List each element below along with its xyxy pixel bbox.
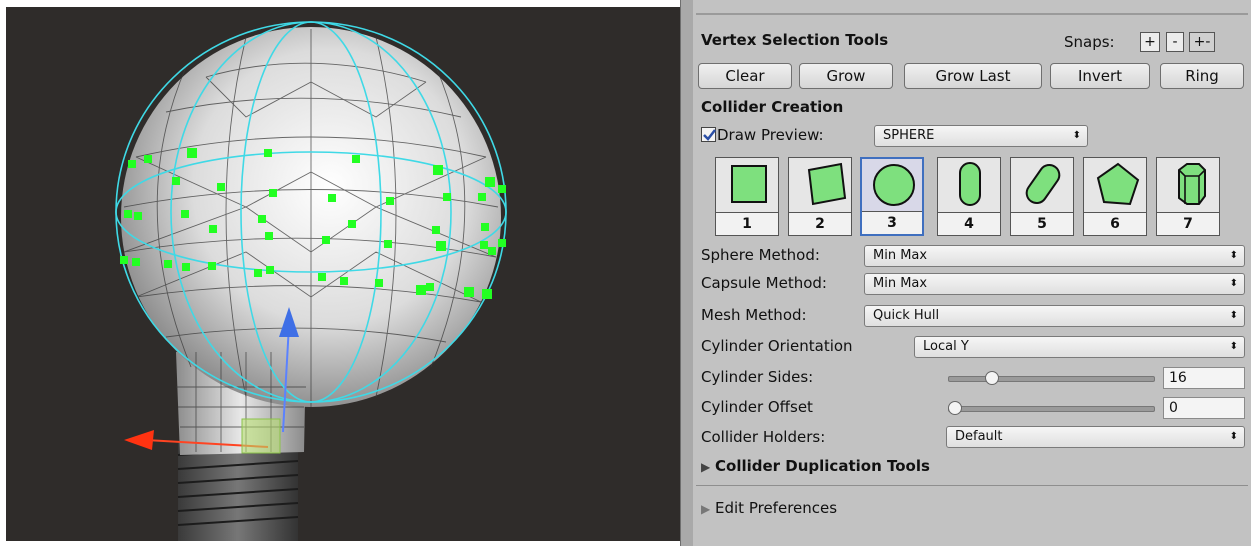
sphere-method-value: Min Max: [873, 248, 928, 263]
dropdown-arrows-icon: ⬍: [1072, 130, 1081, 141]
sphere-method-label: Sphere Method:: [701, 246, 820, 264]
cylinder-collider-icon: [1178, 163, 1206, 205]
shape-number: 5: [1011, 212, 1073, 235]
clear-button[interactable]: Clear: [698, 63, 792, 89]
grow-button[interactable]: Grow: [799, 63, 893, 89]
cylinder-orientation-dropdown[interactable]: Local Y ⬍: [914, 336, 1245, 358]
sphere-method-dropdown[interactable]: Min Max ⬍: [864, 245, 1245, 267]
capsule-method-dropdown[interactable]: Min Max ⬍: [864, 273, 1245, 295]
rotated-capsule-collider-icon: [1025, 163, 1061, 205]
cylinder-sides-slider-handle[interactable]: [985, 371, 999, 385]
edit-preferences-foldout[interactable]: ▶ Edit Preferences: [701, 499, 837, 517]
cylinder-sides-label: Cylinder Sides:: [701, 368, 814, 386]
shape-button-box[interactable]: 1: [715, 157, 779, 236]
shape-number: 4: [938, 212, 1000, 235]
mesh-method-label: Mesh Method:: [701, 306, 807, 324]
panel-top-divider: [696, 13, 1248, 15]
snap-minus-button[interactable]: -: [1166, 32, 1184, 52]
draw-preview-dropdown[interactable]: SPHERE ⬍: [874, 125, 1088, 147]
shape-number: 7: [1157, 212, 1219, 235]
collider-duplication-label: Collider Duplication Tools: [715, 457, 930, 475]
collider-duplication-foldout[interactable]: ▶ Collider Duplication Tools: [701, 457, 930, 475]
cylinder-offset-slider-track[interactable]: [948, 406, 1155, 412]
gizmo-x-arrow-icon[interactable]: [124, 430, 154, 450]
ring-button[interactable]: Ring: [1160, 63, 1244, 89]
gizmo-plane-handle[interactable]: [241, 418, 281, 454]
capsule-method-label: Capsule Method:: [701, 274, 827, 292]
section-divider: [696, 485, 1248, 486]
grow-last-button[interactable]: Grow Last: [904, 63, 1042, 89]
foldout-arrow-icon: ▶: [701, 460, 711, 474]
shape-number: 1: [716, 212, 778, 235]
mesh-method-dropdown[interactable]: Quick Hull ⬍: [864, 305, 1245, 327]
dropdown-arrows-icon: ⬍: [1229, 310, 1238, 321]
shape-number: 6: [1084, 212, 1146, 235]
invert-button[interactable]: Invert: [1050, 63, 1150, 89]
shape-button-rotated-capsule[interactable]: 5: [1010, 157, 1074, 236]
draw-preview-value: SPHERE: [883, 128, 935, 143]
snaps-label: Snaps:: [1064, 33, 1115, 51]
shape-button-sphere[interactable]: 3: [860, 157, 924, 236]
shape-number: 2: [789, 212, 851, 235]
cylinder-offset-label: Cylinder Offset: [701, 398, 813, 416]
dropdown-arrows-icon: ⬍: [1229, 250, 1238, 261]
cylinder-orientation-label: Cylinder Orientation: [701, 337, 853, 355]
cylinder-offset-field[interactable]: 0: [1163, 397, 1245, 419]
shape-button-capsule[interactable]: 4: [937, 157, 1001, 236]
draw-preview-checkbox[interactable]: [701, 127, 716, 142]
capsule-method-value: Min Max: [873, 276, 928, 291]
pane-splitter[interactable]: [680, 0, 694, 546]
capsule-collider-icon: [959, 162, 981, 206]
dropdown-arrows-icon: ⬍: [1229, 431, 1238, 442]
draw-preview-label: Draw Preview:: [717, 126, 824, 144]
shape-button-cylinder[interactable]: 7: [1156, 157, 1220, 236]
collider-creation-title: Collider Creation: [701, 98, 844, 116]
cylinder-orientation-value: Local Y: [923, 339, 969, 354]
collider-holders-value: Default: [955, 429, 1003, 444]
shape-number: 3: [862, 211, 922, 234]
cylinder-offset-slider-handle[interactable]: [948, 401, 962, 415]
cylinder-sides-field[interactable]: 16: [1163, 367, 1245, 389]
scene-viewport[interactable]: [6, 7, 680, 541]
shape-button-rotated-box[interactable]: 2: [788, 157, 852, 236]
light-bulb-mesh-view: [115, 21, 507, 541]
foldout-arrow-icon: ▶: [701, 502, 711, 516]
edit-preferences-label: Edit Preferences: [715, 499, 838, 517]
sphere-collider-icon: [873, 164, 915, 206]
convex-mesh-collider-icon: [1096, 162, 1140, 206]
dropdown-arrows-icon: ⬍: [1229, 278, 1238, 289]
box-collider-icon: [731, 165, 767, 203]
checkmark-icon: [703, 129, 716, 141]
screw-base: [178, 442, 298, 541]
mesh-method-value: Quick Hull: [873, 308, 940, 323]
inspector-panel: Vertex Selection Tools Snaps: + - +- Cle…: [693, 0, 1251, 546]
shape-button-convex-mesh[interactable]: 6: [1083, 157, 1147, 236]
collider-holders-dropdown[interactable]: Default ⬍: [946, 426, 1245, 448]
collider-holders-label: Collider Holders:: [701, 428, 826, 446]
cylinder-sides-slider-track[interactable]: [948, 376, 1155, 382]
snap-plus-button[interactable]: +: [1140, 32, 1160, 52]
rotated-box-collider-icon: [807, 162, 847, 206]
vertex-tools-title: Vertex Selection Tools: [701, 31, 889, 49]
dropdown-arrows-icon: ⬍: [1229, 341, 1238, 352]
snap-plus-minus-button[interactable]: +-: [1189, 32, 1215, 52]
